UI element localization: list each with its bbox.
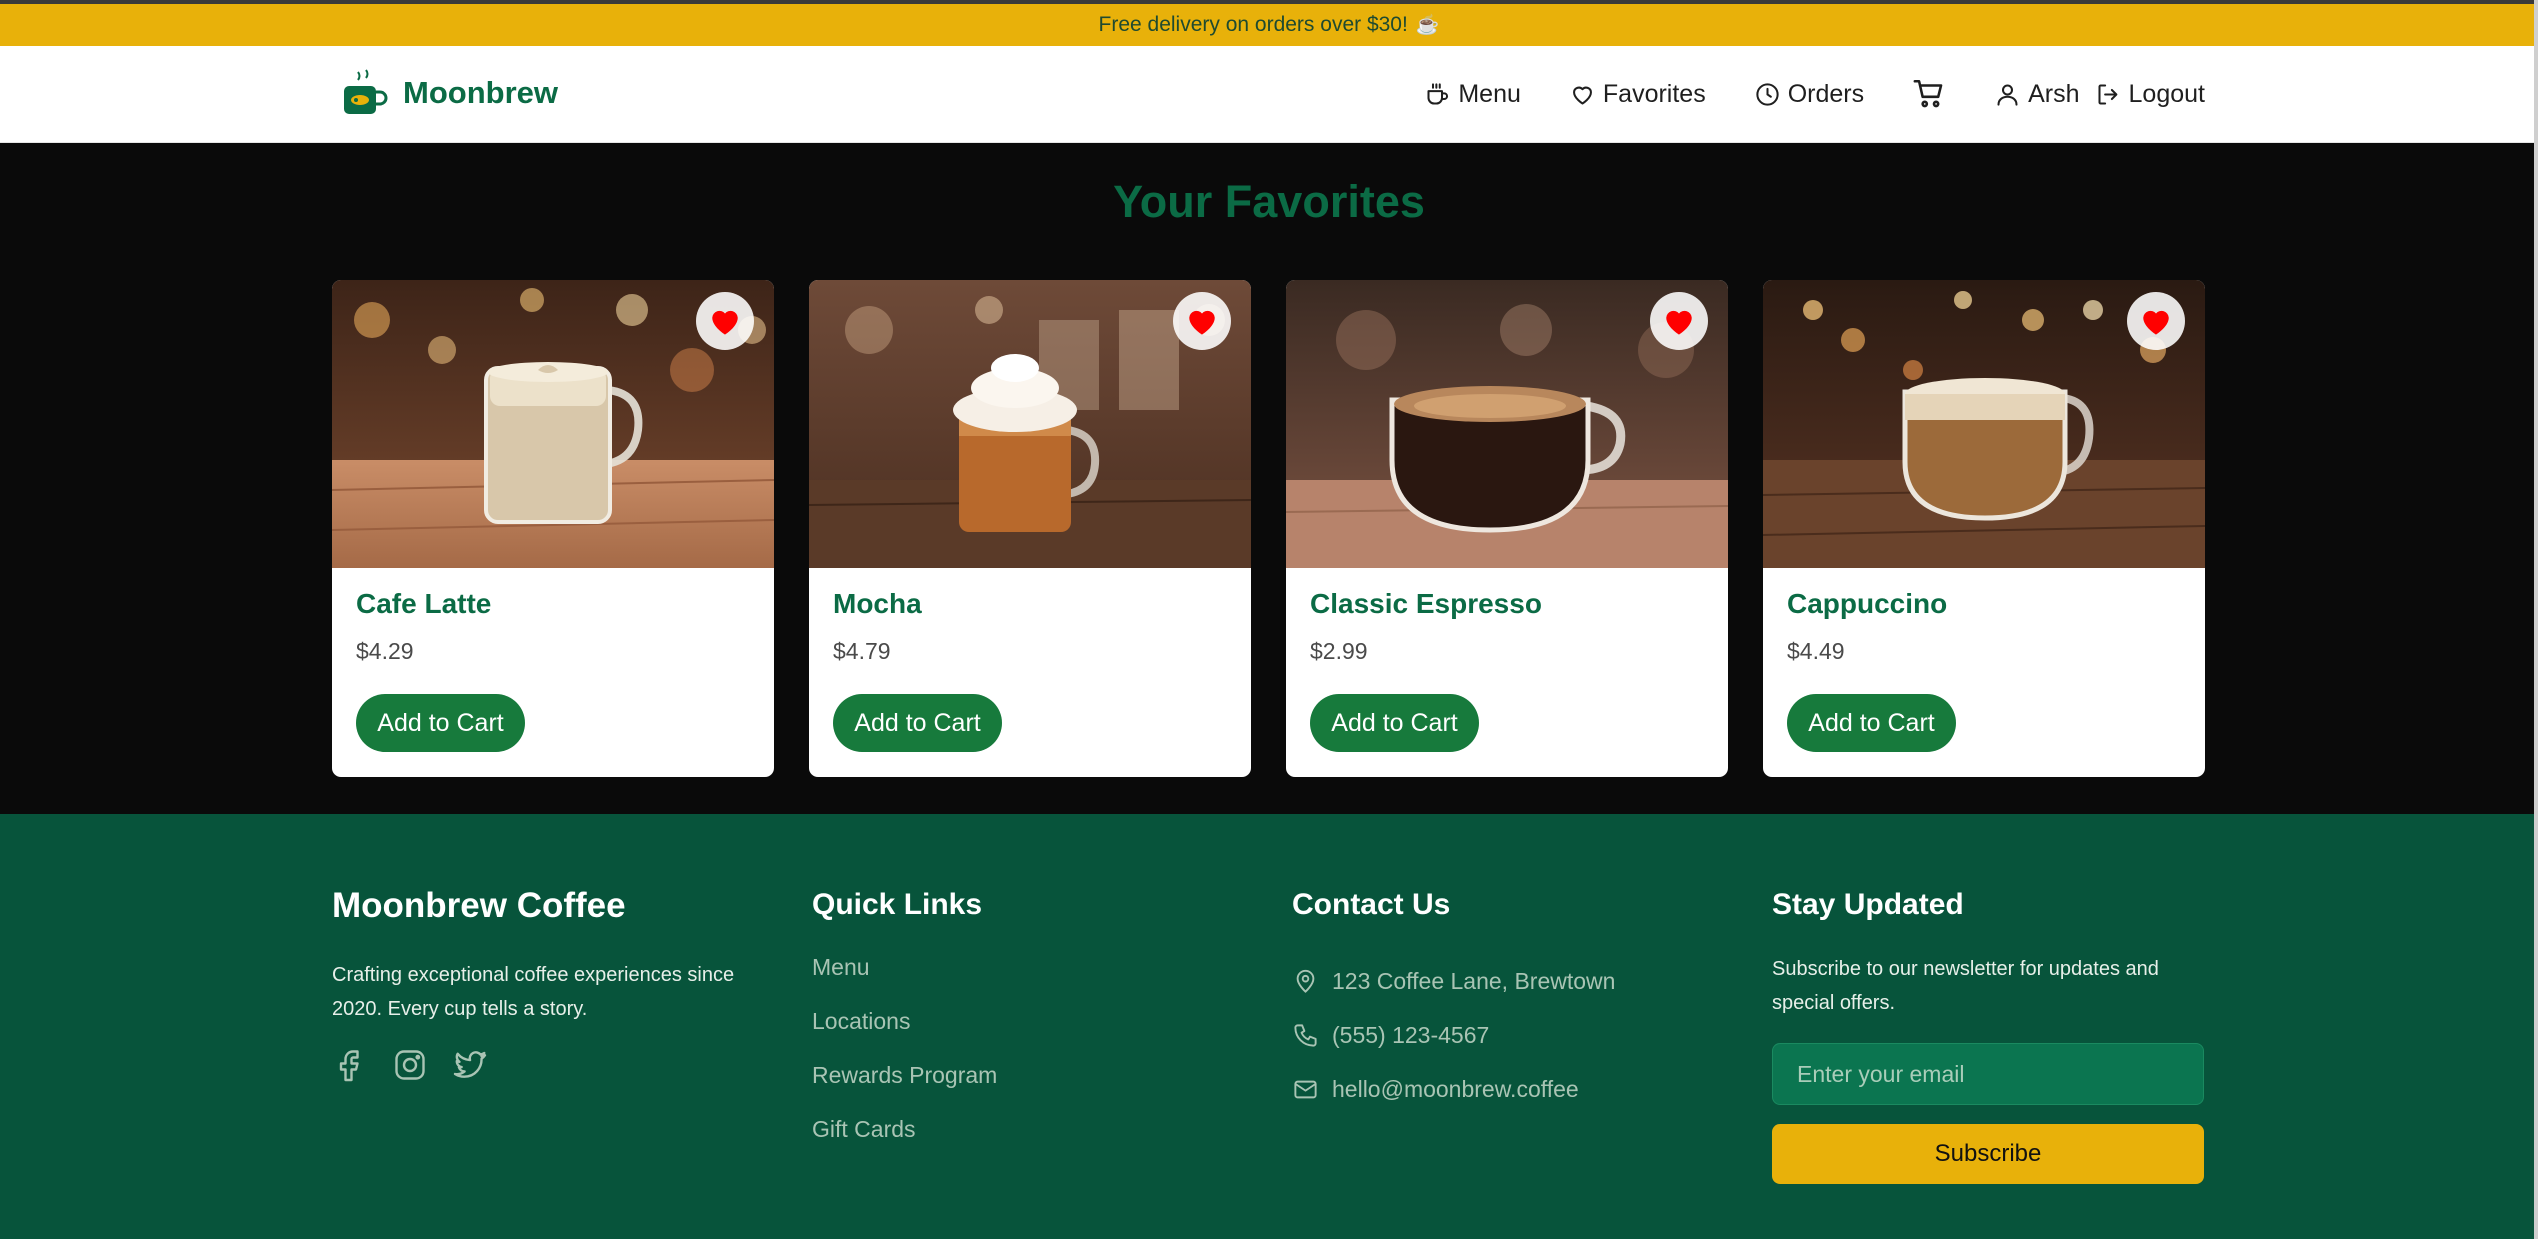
footer-brand-title: Moonbrew Coffee [332, 886, 626, 925]
cart-button[interactable] [1912, 77, 1946, 111]
footer-brand-description: Crafting exceptional coffee experiences … [332, 964, 735, 1020]
subscribe-button[interactable]: Subscribe [1772, 1124, 2204, 1184]
contact-phone-text: (555) 123-4567 [1332, 1021, 1490, 1048]
product-card-mocha: Mocha $4.79 Add to Cart [809, 280, 1251, 777]
logout-button[interactable]: Logout [2095, 80, 2205, 109]
footer-link-gift-cards[interactable]: Gift Cards [812, 1116, 997, 1170]
mail-icon [1294, 1080, 1317, 1098]
add-to-cart-button[interactable]: Add to Cart [356, 694, 525, 752]
brand-name: Moonbrew [403, 75, 558, 110]
product-image [1763, 280, 2205, 568]
product-name: Mocha [833, 588, 922, 619]
footer: Moonbrew Coffee Crafting exceptional cof… [0, 814, 2538, 1239]
product-price: $4.29 [356, 638, 414, 664]
heart-filled-icon [2143, 310, 2169, 335]
newsletter-description: Subscribe to our newsletter for updates … [1772, 958, 2159, 1014]
twitter-icon[interactable] [452, 1047, 488, 1083]
nav-favorites-link[interactable]: Favorites [1569, 80, 1706, 109]
product-card-cappuccino: Cappuccino $4.49 Add to Cart [1763, 280, 2205, 777]
instagram-icon[interactable] [392, 1047, 428, 1083]
nav-links: Menu Favorites Orders Arsh Logout [1424, 46, 2205, 142]
product-name: Cappuccino [1787, 588, 1948, 619]
clock-icon [1756, 82, 1779, 106]
favorite-toggle-button[interactable] [1173, 292, 1231, 350]
product-price: $2.99 [1310, 638, 1368, 664]
social-links [332, 1047, 512, 1083]
footer-link-locations[interactable]: Locations [812, 1008, 997, 1062]
user-icon [1997, 83, 2018, 106]
product-name: Classic Espresso [1310, 588, 1542, 619]
quick-links-heading: Quick Links [812, 888, 983, 921]
product-image [809, 280, 1251, 568]
coffee-cup-icon [1427, 82, 1449, 105]
product-price: $4.49 [1787, 638, 1845, 664]
logout-label: Logout [2128, 79, 2205, 108]
brand-logo-link[interactable]: Moonbrew [340, 68, 558, 118]
phone-icon [1294, 1023, 1317, 1047]
scrollbar[interactable] [2534, 0, 2538, 1239]
contact-address-text: 123 Coffee Lane, Brewtown [1332, 967, 1616, 994]
product-card-classic-espresso: Classic Espresso $2.99 Add to Cart [1286, 280, 1728, 777]
coffee-cup-emoji-icon: ☕ [1415, 15, 1440, 36]
contact-phone: (555) 123-4567 [1292, 1008, 1615, 1062]
page-title: Your Favorites [1113, 176, 1425, 227]
promo-banner: Free delivery on orders over $30! ☕ [0, 4, 2538, 46]
add-to-cart-button[interactable]: Add to Cart [833, 694, 1002, 752]
contact-address: 123 Coffee Lane, Brewtown [1292, 954, 1615, 1008]
coffee-mug-logo-icon [344, 69, 388, 114]
product-image [332, 280, 774, 568]
map-pin-icon [1296, 969, 1315, 993]
add-to-cart-button[interactable]: Add to Cart [1787, 694, 1956, 752]
cart-icon [1913, 79, 1943, 108]
nav-orders-label: Orders [1787, 79, 1865, 108]
product-name: Cafe Latte [356, 588, 492, 619]
favorite-toggle-button[interactable] [696, 292, 754, 350]
product-image [1286, 280, 1728, 568]
nav-favorites-label: Favorites [1602, 79, 1706, 108]
nav-orders-link[interactable]: Orders [1754, 80, 1864, 109]
user-name: Arsh [2028, 79, 2080, 108]
heart-filled-icon [1189, 310, 1215, 335]
nav-menu-link[interactable]: Menu [1424, 80, 1521, 109]
contact-heading: Contact Us [1292, 888, 1451, 921]
favorite-toggle-button[interactable] [1650, 292, 1708, 350]
add-to-cart-button[interactable]: Add to Cart [1310, 694, 1479, 752]
contact-email: hello@moonbrew.coffee [1292, 1062, 1615, 1116]
contact-email-text: hello@moonbrew.coffee [1332, 1075, 1579, 1102]
contact-list: 123 Coffee Lane, Brewtown (555) 123-4567… [1292, 954, 1615, 1116]
facebook-icon[interactable] [332, 1047, 368, 1083]
heart-icon [1572, 86, 1592, 105]
footer-link-rewards-program[interactable]: Rewards Program [812, 1062, 997, 1116]
heart-filled-icon [712, 310, 738, 335]
promo-text: Free delivery on orders over $30! [1098, 13, 1408, 36]
heart-filled-icon [1666, 310, 1692, 335]
footer-link-menu[interactable]: Menu [812, 954, 997, 1008]
favorite-toggle-button[interactable] [2127, 292, 2185, 350]
navbar: Moonbrew Menu Favorites Orders Arsh Logo… [0, 46, 2538, 143]
product-price: $4.79 [833, 638, 891, 664]
logout-icon [2098, 83, 2117, 105]
user-account-link[interactable]: Arsh [1994, 79, 2080, 109]
product-card-cafe-latte: Cafe Latte $4.29 Add to Cart [332, 280, 774, 777]
newsletter-heading: Stay Updated [1772, 888, 1964, 921]
nav-menu-label: Menu [1458, 79, 1521, 108]
newsletter-email-input[interactable] [1772, 1043, 2204, 1105]
quick-links-list: Menu Locations Rewards Program Gift Card… [812, 954, 997, 1170]
